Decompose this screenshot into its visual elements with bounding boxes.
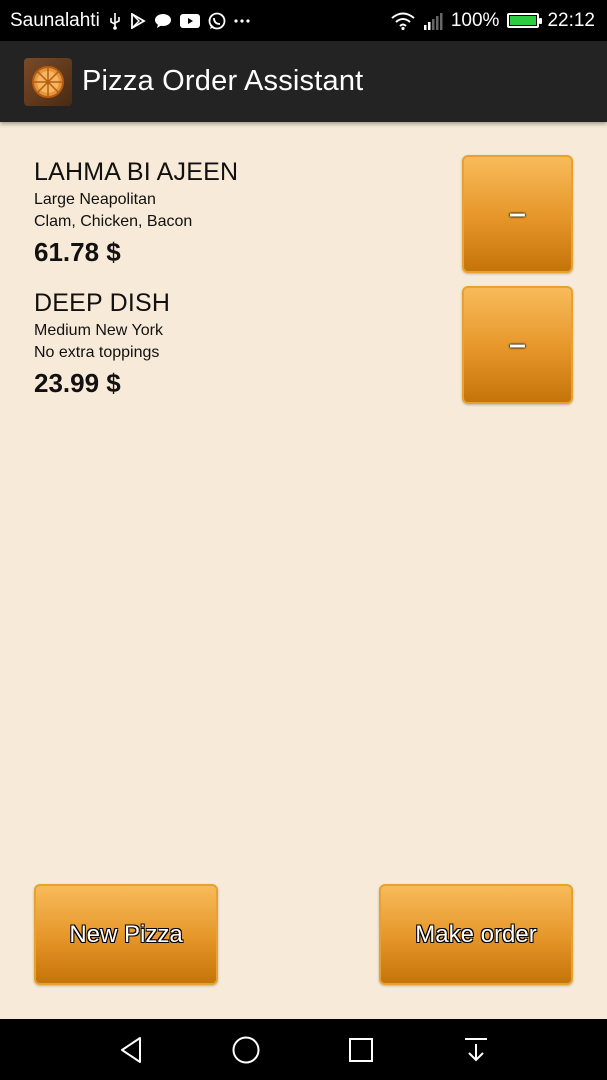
notification-icons xyxy=(108,12,250,30)
signal-icon xyxy=(423,12,443,30)
usb-icon xyxy=(108,12,122,30)
battery-percent: 100% xyxy=(450,9,500,31)
make-order-button[interactable]: Make order xyxy=(379,884,573,985)
navigation-bar xyxy=(0,1019,607,1080)
more-dots-icon xyxy=(234,18,250,23)
make-order-label: Make order xyxy=(415,920,537,948)
battery-icon xyxy=(507,13,543,28)
app-bar: Pizza Order Assistant xyxy=(0,41,607,122)
app-title: Pizza Order Assistant xyxy=(82,65,364,97)
new-pizza-label: New Pizza xyxy=(69,920,183,948)
minus-label: – xyxy=(509,328,526,361)
wifi-icon xyxy=(391,12,415,30)
pizza-icon xyxy=(24,57,72,106)
remove-item-button[interactable]: – xyxy=(462,155,573,273)
new-pizza-button[interactable]: New Pizza xyxy=(34,884,218,985)
notification-pull-icon[interactable] xyxy=(446,1019,506,1080)
home-icon[interactable] xyxy=(216,1019,276,1080)
youtube-icon xyxy=(179,13,200,28)
carrier-name: Saunalahti xyxy=(10,9,100,31)
chat-icon xyxy=(154,13,172,29)
status-bar: Saunalahti 100% 22:12 xyxy=(0,0,607,41)
play-store-icon xyxy=(130,12,146,29)
remove-item-button[interactable]: – xyxy=(462,286,573,404)
back-icon[interactable] xyxy=(101,1019,161,1080)
recents-icon[interactable] xyxy=(331,1019,391,1080)
whatsapp-icon xyxy=(208,12,226,30)
minus-label: – xyxy=(509,197,526,230)
system-status: 100% 22:12 xyxy=(391,0,595,41)
clock: 22:12 xyxy=(547,9,595,31)
